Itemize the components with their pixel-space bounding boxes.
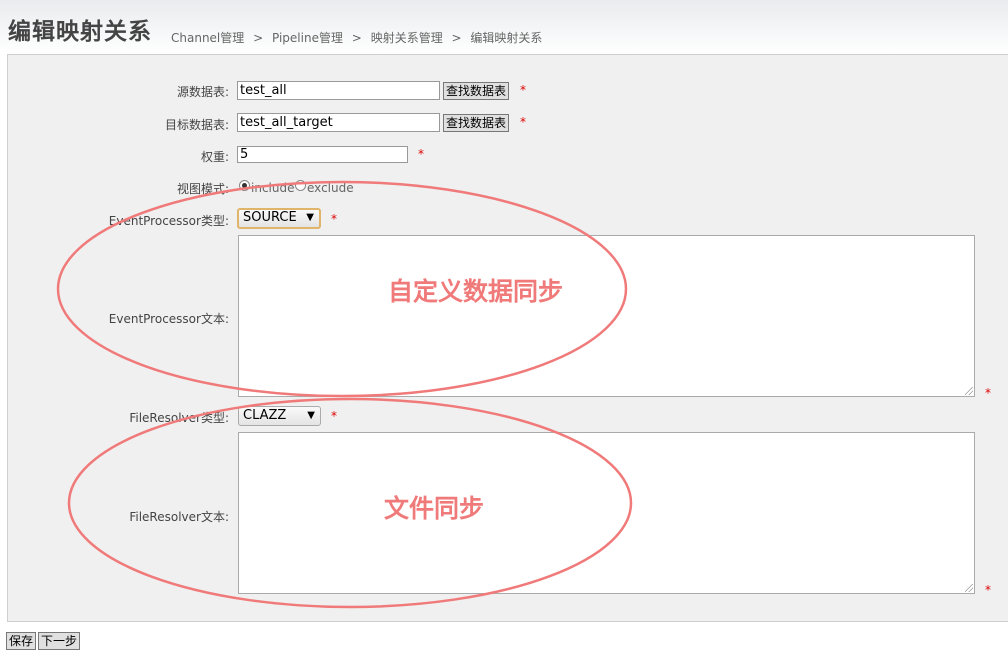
custom-sync-annotation: 自定义数据同步 [388, 277, 564, 306]
save-button[interactable]: 保存 [6, 632, 37, 650]
next-step-button[interactable]: 下一步 [38, 632, 81, 650]
file-sync-ellipse [67, 397, 633, 609]
annotation-ellipses [56, 180, 633, 609]
file-sync-annotation: 文件同步 [384, 494, 485, 523]
